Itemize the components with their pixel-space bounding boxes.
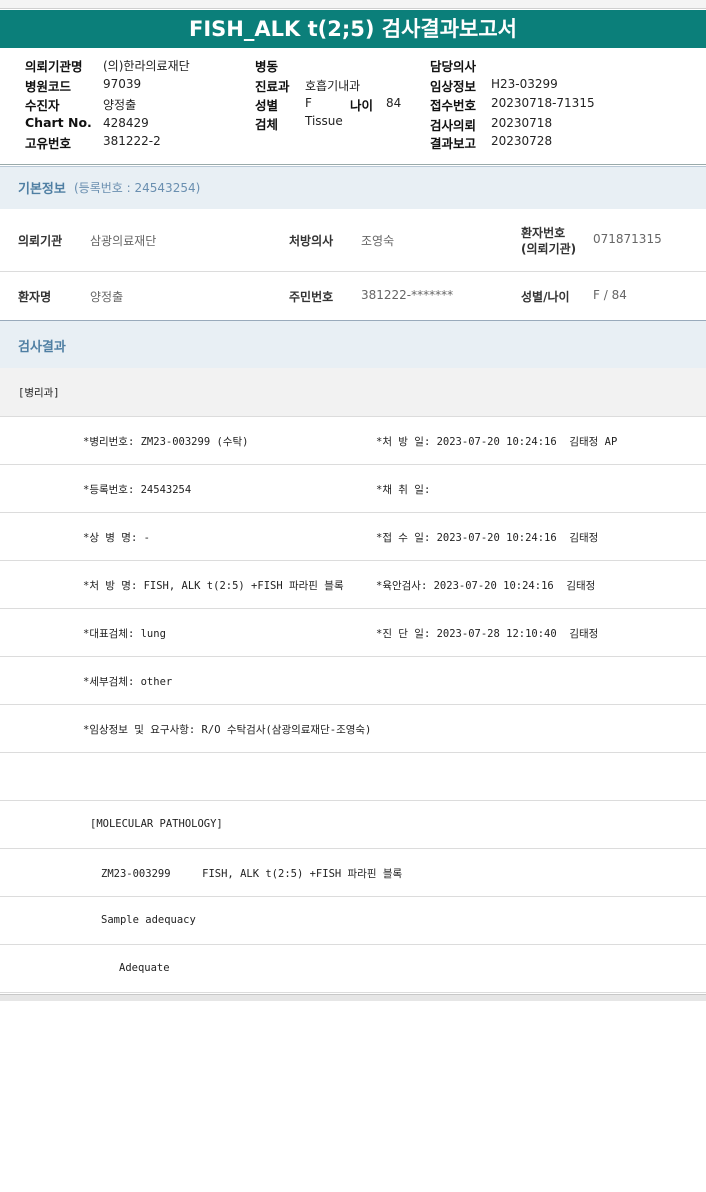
header-label: 수진자 [25,98,60,113]
result-row: *처 방 명: FISH, ALK t(2:5) +FISH 파라핀 블록 *육… [0,561,706,609]
bottom-border [0,994,706,1001]
basic-info-row: 환자명 양정출 주민번호 381222-******* 성별/나이 F / 84 [0,272,706,321]
header-label: 결과보고 [430,136,477,151]
header-label: 병원코드 [25,79,72,94]
result-left: *상 병 명: - [83,532,150,544]
molecular-pathology-heading: [MOLECULAR PATHOLOGY] [90,818,223,830]
header-label: 검체 [255,117,279,132]
header-label: 검사의뢰 [430,118,477,133]
info-value: 양정출 [90,290,124,304]
result-row: Adequate [0,945,706,993]
header-label: 의뢰기관명 [25,59,83,74]
result-row: *등록번호: 24543254 *채 취 일: [0,465,706,513]
info-label: 환자번호 [521,226,566,240]
header-label: 나이 [350,98,374,113]
info-label: (의뢰기관) [521,242,577,256]
info-value: F / 84 [593,288,627,302]
results-title: 검사결과 [18,340,66,355]
registration-number: (등록번호 : 24543254) [74,181,201,195]
result-row: *임상정보 및 요구사항: R/O 수탁검사(삼광의료재단-조영숙) [0,705,706,753]
result-row: *세부검체: other [0,657,706,705]
info-label: 성별/나이 [521,290,570,304]
header-value: 양정출 [103,98,137,112]
header-label: 고유번호 [25,136,72,151]
basic-info-row: 의뢰기관 삼광의료재단 처방의사 조영숙 환자번호 (의뢰기관) 0718713… [0,209,706,272]
header-label: Chart No. [25,115,92,130]
result-left: *임상정보 및 요구사항: R/O 수탁검사(삼광의료재단-조영숙) [83,724,372,736]
result-row: *병리번호: ZM23-003299 (수탁) *처 방 일: 2023-07-… [0,417,706,465]
header-label: 임상정보 [430,79,477,94]
report-title: FISH_ALK t(2;5) 검사결과보고서 [0,10,706,48]
header-value: 20230728 [491,134,553,148]
header-divider [0,164,706,165]
result-right: *접 수 일: 2023-07-20 10:24:16 김태정 [376,532,599,544]
header-label: 접수번호 [430,98,477,113]
sample-adequacy-label: Sample adequacy [101,914,196,926]
info-label: 의뢰기관 [18,234,63,248]
result-right: *채 취 일: [376,484,431,496]
header-value: 20230718 [491,116,553,130]
info-value: 071871315 [593,232,662,246]
result-left: *세부검체: other [83,676,173,688]
header-label: 병동 [255,59,279,74]
header-label: 성별 [255,98,279,113]
result-left: ZM23-003299 FISH, ALK t(2:5) +FISH 파라핀 블… [101,868,403,880]
header-value: 20230718-71315 [491,96,595,110]
result-left: *대표검체: lung [83,628,166,640]
result-left: *처 방 명: FISH, ALK t(2:5) +FISH 파라핀 블록 [83,580,344,592]
header-value: 호흡기내과 [305,79,361,93]
header-label: 담당의사 [430,59,477,74]
header-value: 97039 [103,77,142,91]
result-row-empty [0,753,706,801]
header-value: 428429 [103,116,149,130]
result-left: *등록번호: 24543254 [83,484,192,496]
result-right: *육안검사: 2023-07-20 10:24:16 김태정 [376,580,596,592]
info-value: 조영숙 [361,234,395,248]
result-right: *진 단 일: 2023-07-28 12:10:40 김태정 [376,628,599,640]
basic-info-heading: 기본정보 (등록번호 : 24543254) [0,166,706,209]
result-row: *상 병 명: - *접 수 일: 2023-07-20 10:24:16 김태… [0,513,706,561]
results-heading: 검사결과 [0,320,706,368]
header-value: F [305,96,312,110]
basic-info-title: 기본정보 [18,182,66,197]
report-header: 의뢰기관명 (의)한라의료재단 병원코드 97039 수진자 양정출 Chart… [0,52,706,164]
header-value: (의)한라의료재단 [103,59,190,73]
info-label: 환자명 [18,290,52,304]
result-row: [MOLECULAR PATHOLOGY] [0,801,706,849]
header-value: H23-03299 [491,77,558,91]
info-value: 삼광의료재단 [90,234,157,248]
header-value: 381222-2 [103,134,161,148]
result-row: *대표검체: lung *진 단 일: 2023-07-28 12:10:40 … [0,609,706,657]
result-right: *처 방 일: 2023-07-20 10:24:16 김태정 AP [376,436,618,448]
info-label: 처방의사 [289,234,334,248]
sample-adequacy-value: Adequate [119,962,170,974]
result-row: Sample adequacy [0,897,706,945]
info-label: 주민번호 [289,290,334,304]
info-value: 381222-******* [361,288,454,302]
header-value: Tissue [305,114,343,128]
department-row: [병리과] [0,368,706,417]
header-label: 진료과 [255,79,290,94]
result-left: *병리번호: ZM23-003299 (수탁) [83,436,249,448]
top-border [0,0,706,9]
header-value: 84 [386,96,402,110]
result-row: ZM23-003299 FISH, ALK t(2:5) +FISH 파라핀 블… [0,849,706,897]
department-label: [병리과] [18,387,60,399]
